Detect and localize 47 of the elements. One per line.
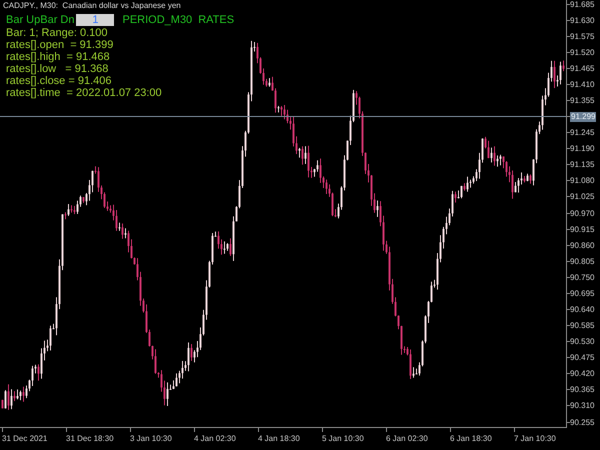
info-line: Bar: 1; Range: 0.100: [6, 27, 109, 39]
time-label: 31 Dec 2021: [2, 428, 66, 450]
price-label: 90.530: [570, 337, 594, 346]
price-label: 90.420: [570, 369, 594, 378]
time-label: 5 Jan 10:30: [322, 428, 386, 450]
time-label: 4 Jan 02:30: [194, 428, 258, 450]
time-label: 6 Jan 18:30: [450, 428, 514, 450]
price-label: 91.355: [570, 96, 594, 105]
mode-label: RATES: [198, 14, 234, 26]
price-label: 91.080: [570, 176, 594, 186]
price-label: 90.640: [570, 305, 594, 314]
chart-title: CADJPY., M30: Canadian dollar vs Japanese yen: [3, 1, 181, 10]
info-line: rates[].low = 91.368: [6, 63, 110, 75]
time-label: 4 Jan 18:30: [258, 428, 322, 450]
time-label: 7 Jan 10:30: [514, 428, 578, 450]
price-label: 90.805: [570, 256, 594, 266]
price-label: 91.685: [570, 0, 594, 9]
price-label: 91.520: [570, 48, 594, 57]
price-label: 90.475: [570, 353, 594, 362]
price-label: 91.025: [570, 192, 594, 202]
price-label: 90.365: [570, 385, 594, 394]
price-label: 90.255: [570, 418, 594, 427]
price-label: 90.860: [570, 240, 594, 250]
price-label: 91.135: [570, 160, 594, 170]
info-line: rates[].high = 91.468: [6, 51, 111, 63]
info-line: rates[].open = 91.399: [6, 39, 114, 51]
time-label: 6 Jan 02:30: [386, 428, 450, 450]
price-label: 90.915: [570, 224, 594, 234]
price-label: 91.630: [570, 16, 594, 25]
current-price-label: 91.299: [570, 112, 596, 122]
panel-label: Bar UpBar Dn: [6, 14, 74, 26]
price-label: 91.465: [570, 64, 594, 73]
period-label: PERIOD_M30: [122, 14, 192, 26]
price-label: 90.585: [570, 321, 594, 330]
price-label: 90.970: [570, 208, 594, 218]
price-label: 91.410: [570, 80, 594, 89]
info-line: rates[].close = 91.406: [6, 75, 112, 87]
price-label: 90.695: [570, 288, 594, 298]
price-label: 91.245: [570, 128, 594, 138]
input-field[interactable]: 1: [76, 14, 114, 26]
price-label: 91.575: [570, 32, 594, 41]
time-label: 31 Dec 18:30: [66, 428, 130, 450]
price-label: 91.190: [570, 144, 594, 154]
time-label: 3 Jan 10:30: [130, 428, 194, 450]
info-line: rates[].time = 2022.01.07 23:00: [6, 87, 163, 99]
price-label: 90.750: [570, 272, 594, 282]
price-label: 90.310: [570, 401, 594, 410]
